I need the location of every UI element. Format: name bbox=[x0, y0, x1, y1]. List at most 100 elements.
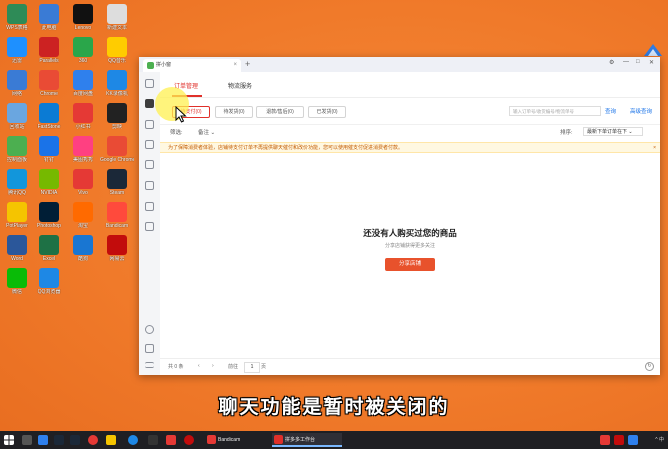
help-icon[interactable] bbox=[145, 325, 154, 334]
filter-label: 筛选: bbox=[170, 130, 183, 136]
app-icon bbox=[107, 202, 127, 222]
desktop-icon-label: Parallels bbox=[39, 58, 59, 64]
minimize-icon[interactable]: — bbox=[623, 59, 629, 65]
desktop-icon[interactable]: 网易云 bbox=[100, 235, 134, 262]
desktop-icon-label: WPS表格 bbox=[6, 25, 28, 31]
desktop-icon[interactable]: 360 bbox=[66, 37, 100, 64]
system-tray[interactable]: ^ 中 bbox=[655, 431, 664, 449]
empty-subtitle: 分享店铺获得更多关注 bbox=[384, 243, 435, 249]
tray-app-icon[interactable] bbox=[614, 435, 624, 445]
chat-icon[interactable] bbox=[145, 79, 154, 88]
add-tab-icon[interactable]: + bbox=[245, 59, 250, 70]
desktop-icon[interactable]: 新建文本 bbox=[100, 4, 134, 31]
desktop-icon[interactable]: Lenovo bbox=[66, 4, 100, 31]
remark-filter-dropdown[interactable]: 备注 ⌄ bbox=[198, 128, 215, 136]
order-icon[interactable] bbox=[145, 99, 154, 108]
desktop-icon[interactable]: KK录像机 bbox=[100, 70, 134, 97]
tray-app-icon[interactable] bbox=[600, 435, 610, 445]
app-icon bbox=[7, 103, 27, 123]
desktop-icon[interactable]: Chrome bbox=[32, 70, 66, 97]
page-input[interactable]: 1 bbox=[244, 362, 260, 373]
desktop-icon[interactable]: 回收站 bbox=[0, 103, 34, 130]
desktop-icon[interactable]: NVIDIA bbox=[32, 169, 66, 196]
app-icon bbox=[73, 37, 93, 57]
desktop-icon[interactable]: Steam bbox=[100, 169, 134, 196]
desktop-icon[interactable]: 酷狗 bbox=[66, 235, 100, 262]
desktop-icon[interactable]: Photoshop bbox=[32, 202, 66, 229]
settings-icon[interactable]: ⚙ bbox=[609, 59, 614, 66]
steam-icon-2[interactable] bbox=[70, 435, 80, 445]
window-close-icon[interactable]: ✕ bbox=[649, 59, 654, 66]
folder-icon[interactable] bbox=[106, 435, 116, 445]
desktop-icon[interactable]: 淘宝 bbox=[66, 202, 100, 229]
desktop-icon[interactable]: QQ浏览器 bbox=[32, 268, 66, 295]
desktop-icon[interactable]: FastStone bbox=[32, 103, 66, 130]
taskbar-app-pdd[interactable]: 拼多多工作台 bbox=[272, 433, 342, 447]
search-button[interactable]: 查询 bbox=[605, 107, 616, 115]
app-icon bbox=[39, 136, 59, 156]
chrome-icon[interactable] bbox=[128, 435, 138, 445]
desktop-icon[interactable]: 网络 bbox=[0, 70, 34, 97]
desktop-icon[interactable]: 百度网盘 bbox=[66, 70, 100, 97]
windows-start-icon[interactable] bbox=[4, 435, 14, 445]
desktop-icon[interactable]: Google Chrome bbox=[100, 136, 134, 163]
menu-icon[interactable] bbox=[145, 362, 154, 368]
prev-page-icon[interactable]: ‹ bbox=[198, 363, 200, 369]
settings-icon[interactable] bbox=[145, 181, 154, 190]
app-icon bbox=[73, 235, 93, 255]
filter-pending-shipment[interactable]: 待发货(0) bbox=[215, 106, 253, 118]
desktop-icon-label: 微信 bbox=[11, 289, 22, 295]
maximize-icon[interactable]: □ bbox=[636, 59, 640, 65]
music-icon[interactable] bbox=[184, 435, 194, 445]
desktop-icon[interactable]: Vivo bbox=[66, 169, 100, 196]
desktop-icon[interactable]: Parallels bbox=[32, 37, 66, 64]
search-icon[interactable] bbox=[22, 435, 32, 445]
empty-title: 还没有人购买过您的商品 bbox=[363, 228, 457, 238]
app-icon bbox=[39, 268, 59, 288]
document-icon[interactable] bbox=[145, 202, 154, 211]
tab-logistics[interactable]: 物流服务 bbox=[228, 81, 252, 90]
desktop-icon[interactable]: 美图秀秀 bbox=[66, 136, 100, 163]
desktop-icon[interactable]: 控制面板 bbox=[0, 136, 34, 163]
desktop-icon[interactable]: QQ音乐 bbox=[100, 37, 134, 64]
search-input[interactable]: 输入订单号/收货编号/物流单号 bbox=[509, 106, 601, 116]
user-icon[interactable] bbox=[145, 160, 154, 169]
desktop-icon[interactable]: WPS表格 bbox=[0, 4, 34, 31]
desktop-icon[interactable]: 剪映 bbox=[100, 103, 134, 130]
stats-icon[interactable] bbox=[145, 140, 154, 149]
app-icon bbox=[73, 4, 93, 24]
desktop-icon[interactable]: 小红书 bbox=[66, 103, 100, 130]
filter-refund[interactable]: 退款/售后(0) bbox=[256, 106, 304, 118]
speaker-icon[interactable] bbox=[145, 222, 154, 231]
desktop-icon[interactable]: 迅雷 bbox=[0, 37, 34, 64]
window-tab[interactable]: 拼小窗 × bbox=[143, 59, 241, 72]
desktop-icon[interactable]: Word bbox=[0, 235, 34, 262]
desktop-icon[interactable]: 腾讯QQ bbox=[0, 169, 34, 196]
share-shop-button[interactable]: 分享店铺 bbox=[385, 258, 435, 271]
steam-icon[interactable] bbox=[54, 435, 64, 445]
sort-dropdown[interactable]: 最新下单订单在下 ⌄ bbox=[583, 127, 643, 136]
desktop-icon[interactable]: 钉钉 bbox=[32, 136, 66, 163]
desktop-icon-label: 新建文本 bbox=[106, 25, 127, 31]
refresh-icon[interactable]: ↻ bbox=[645, 362, 654, 371]
total-count: 共 0 条 bbox=[168, 364, 184, 370]
desktop-icon[interactable]: 微信 bbox=[0, 268, 34, 295]
desktop-icon[interactable]: Excel bbox=[32, 235, 66, 262]
home-icon[interactable] bbox=[145, 344, 154, 353]
desktop-icon[interactable]: Bandicam bbox=[100, 202, 134, 229]
desktop-icon[interactable]: PotPlayer bbox=[0, 202, 34, 229]
browser-icon[interactable] bbox=[38, 435, 48, 445]
close-icon[interactable]: × bbox=[233, 59, 237, 72]
desktop-icon-label: 网络 bbox=[11, 91, 22, 97]
vivaldi-icon[interactable] bbox=[166, 435, 176, 445]
goods-icon[interactable] bbox=[145, 120, 154, 129]
desktop-icon[interactable]: 此电脑 bbox=[32, 4, 66, 31]
next-page-icon[interactable]: › bbox=[212, 363, 214, 369]
filter-shipped[interactable]: 已发货(0) bbox=[308, 106, 346, 118]
tray-app-icon[interactable] bbox=[628, 435, 638, 445]
notice-close-icon[interactable]: × bbox=[653, 143, 656, 154]
netease-icon[interactable] bbox=[88, 435, 98, 445]
taskbar-app-bandicam[interactable]: Bandicam bbox=[205, 433, 263, 447]
advanced-search-button[interactable]: 高级查询 bbox=[630, 107, 652, 115]
terminal-icon[interactable] bbox=[148, 435, 158, 445]
